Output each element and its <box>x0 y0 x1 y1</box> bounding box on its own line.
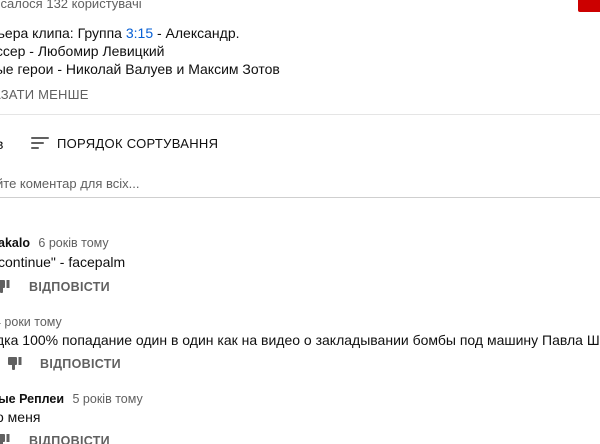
subscribe-button[interactable] <box>578 0 600 12</box>
comment-author[interactable]: ые Реплеи <box>0 392 64 406</box>
thumbs-down-icon[interactable] <box>8 357 22 370</box>
divider <box>0 114 600 115</box>
comment-time[interactable]: 5 років тому <box>73 392 143 406</box>
description-line-1: мьера клипа: Группа 3:15 - Александр. <box>0 25 240 41</box>
comment-author[interactable]: akalo <box>0 236 30 250</box>
description-line-3: ные герои - Николай Валуев и Максим Зото… <box>0 61 280 77</box>
comment-header: 4 роки тому <box>0 313 62 331</box>
comment-header: akalo 6 років тому <box>0 234 109 252</box>
add-comment-underline <box>0 197 600 198</box>
sort-icon[interactable] <box>31 136 49 150</box>
thumbs-down-icon[interactable] <box>0 434 10 444</box>
description-line-2: иссер - Любомир Левицкий <box>0 43 165 59</box>
comment-header: ые Реплеи 5 років тому <box>0 390 143 408</box>
subscribers-count: оисалося 132 користувачі <box>0 0 142 11</box>
add-comment-input[interactable]: йте коментар для всіх... <box>0 176 140 191</box>
reply-button[interactable]: ВІДПОВІСТИ <box>29 434 110 444</box>
thumbs-down-icon[interactable] <box>0 280 10 293</box>
reply-button[interactable]: ВІДПОВІСТИ <box>29 280 110 294</box>
sort-button[interactable]: ПОРЯДОК СОРТУВАННЯ <box>57 136 218 151</box>
timestamp-link[interactable]: 3:15 <box>126 25 153 41</box>
comments-count: в <box>0 136 3 152</box>
show-less-button[interactable]: АЗАТИ МЕНШЕ <box>0 87 89 102</box>
reply-button[interactable]: ВІДПОВІСТИ <box>40 357 121 371</box>
comment-time[interactable]: 4 роки тому <box>0 315 62 329</box>
comment-text: дка 100% попадание один в один как на ви… <box>0 332 600 348</box>
comments-page: оисалося 132 користувачі мьера клипа: Гр… <box>0 0 600 444</box>
comment-text: continue" - facepalm <box>0 254 126 270</box>
comment-time[interactable]: 6 років тому <box>38 236 108 250</box>
comment-text: о меня <box>0 409 41 425</box>
